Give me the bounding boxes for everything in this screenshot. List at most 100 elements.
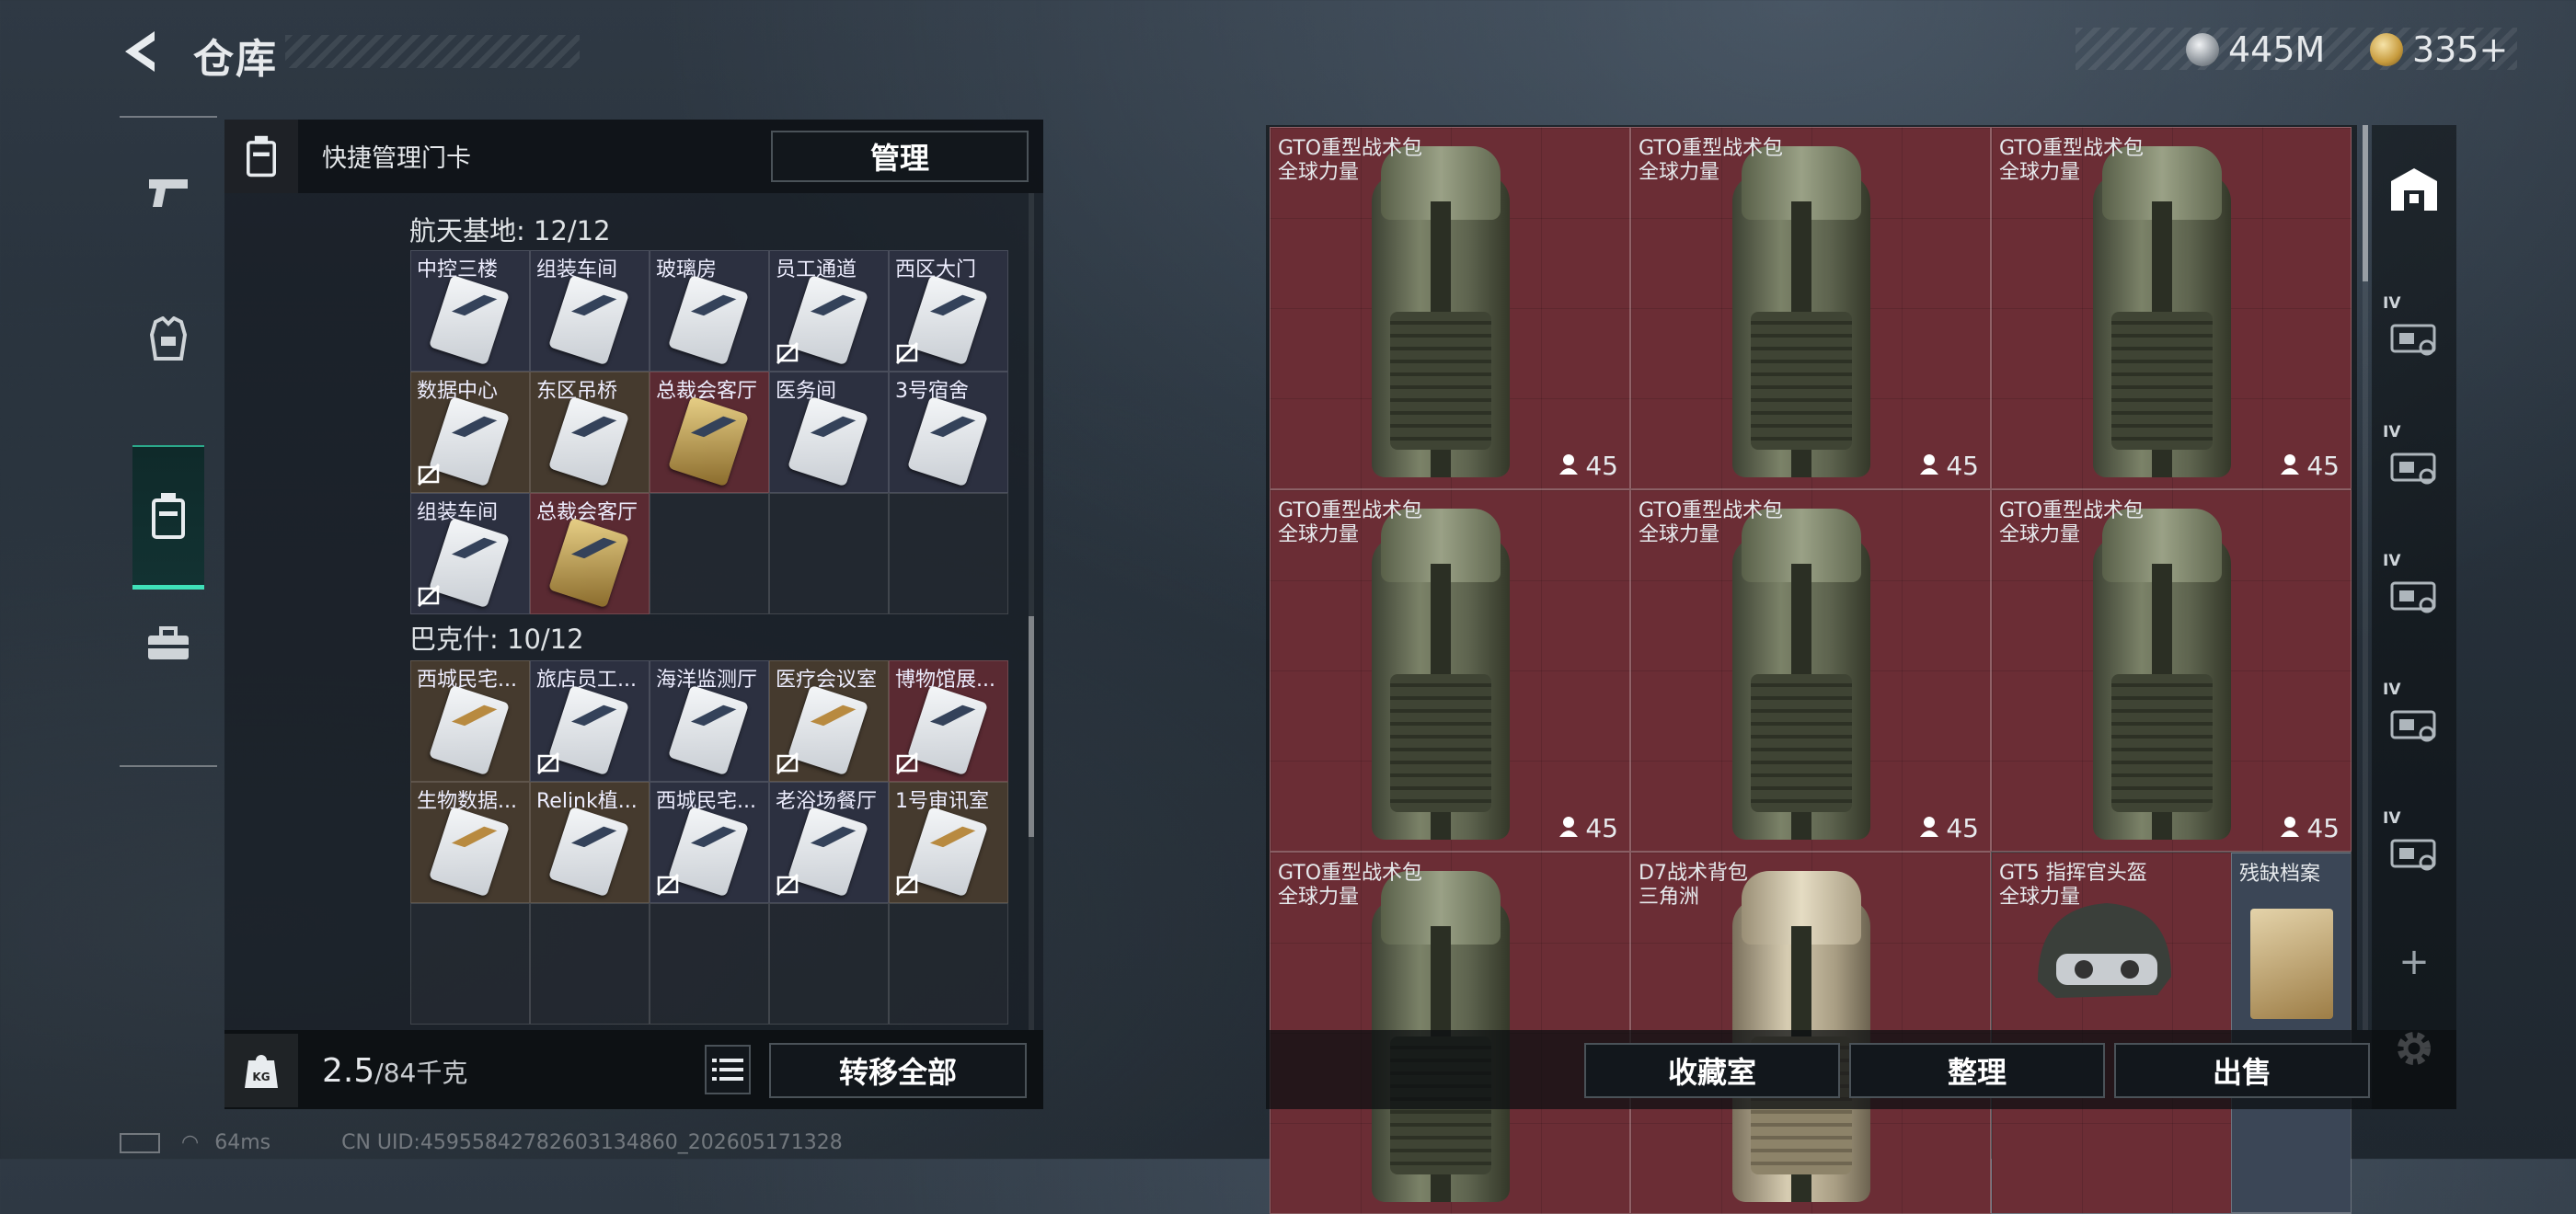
keycard-slot[interactable]: 西城民宅...	[410, 660, 530, 782]
currency-gold-value: 335+	[2412, 29, 2509, 70]
not-linked-icon	[536, 751, 560, 775]
empty-keycard-slot[interactable]	[650, 493, 769, 614]
keycard-image	[667, 274, 750, 366]
storage-tab-iv[interactable]: IV	[2381, 677, 2447, 769]
currency-gold[interactable]: 335+	[2370, 29, 2508, 70]
keycard-slot[interactable]: 海洋监测厅	[650, 660, 769, 782]
empty-keycard-slot[interactable]	[410, 903, 530, 1025]
keycard-slot[interactable]: 中控三楼	[410, 250, 530, 372]
empty-keycard-slot[interactable]	[769, 493, 889, 614]
keycard-name: 老浴场餐厅	[776, 790, 878, 813]
storage-case-icon	[2390, 710, 2436, 742]
storage-tab-iv[interactable]: IV	[2381, 419, 2447, 511]
item-faction: 全球力量	[1639, 161, 1720, 184]
backpack-image	[1732, 509, 1870, 840]
item-faction: 全球力量	[1278, 886, 1360, 909]
not-linked-icon	[776, 873, 799, 897]
storage-tab-main[interactable]	[2381, 143, 2447, 235]
item-faction: 三角洲	[1639, 886, 1700, 909]
toolbox-icon	[148, 626, 189, 659]
keycard-slot[interactable]: 医务间	[769, 372, 889, 493]
section-title-aerospace-base: 航天基地: 12/12	[409, 215, 611, 246]
keycard-name: 总裁会客厅	[536, 501, 638, 524]
item-capacity-value: 45	[1946, 813, 1979, 843]
keycard-slot[interactable]: 东区吊桥	[530, 372, 650, 493]
keycard-slot[interactable]: 1号审讯室	[889, 782, 1008, 903]
storage-item-slot[interactable]: GTO重型战术包 全球力量 45	[1270, 489, 1630, 852]
storage-item-slot[interactable]: GTO重型战术包 全球力量 45	[1991, 127, 2352, 489]
storage-item-slot[interactable]: GTO重型战术包 全球力量 45	[1270, 127, 1630, 489]
item-faction: 全球力量	[1999, 523, 2081, 546]
storage-item-slot[interactable]: GTO重型战术包 全球力量 45	[1991, 489, 2352, 852]
empty-keycard-slot[interactable]	[650, 903, 769, 1025]
keycard-slot[interactable]: 西区大门	[889, 250, 1008, 372]
not-linked-icon	[417, 584, 441, 608]
item-capacity-value: 45	[1585, 451, 1618, 481]
storage-tab-iv[interactable]: IV	[2381, 806, 2447, 898]
keycard-slot[interactable]: 组装车间	[530, 250, 650, 372]
keycard-slot[interactable]: 医疗会议室	[769, 660, 889, 782]
capacity-icon	[2279, 813, 2301, 843]
list-icon	[712, 1059, 743, 1081]
keycard-slot[interactable]: 总裁会客厅	[530, 493, 650, 614]
item-faction: 全球力量	[1278, 523, 1360, 546]
add-storage-tab-icon[interactable]: +	[2381, 916, 2447, 1008]
collection-room-button[interactable]: 收藏室	[1584, 1043, 1840, 1098]
back-arrow-icon[interactable]	[118, 28, 164, 75]
ping-readout: 64ms	[214, 1131, 271, 1154]
empty-keycard-slot[interactable]	[889, 903, 1008, 1025]
empty-keycard-slot[interactable]	[889, 493, 1008, 614]
keycard-slot[interactable]: 西城民宅...	[650, 782, 769, 903]
tier-label: IV	[2383, 552, 2401, 570]
nav-tools[interactable]	[132, 592, 204, 693]
keycard-image	[547, 684, 630, 776]
keycard-slot[interactable]: 博物馆展...	[889, 660, 1008, 782]
storage-item-slot[interactable]: GTO重型战术包 全球力量 45	[1630, 489, 1991, 852]
keycard-name: 西城民宅...	[417, 669, 517, 692]
keycard-scrollbar-thumb[interactable]	[1029, 616, 1034, 837]
nav-armor[interactable]	[132, 289, 204, 390]
keycard-slot[interactable]: 组装车间	[410, 493, 530, 614]
storage-case-icon	[2390, 324, 2436, 356]
transfer-all-button[interactable]: 转移全部	[769, 1043, 1027, 1098]
keycard-slot[interactable]: Relink植...	[530, 782, 650, 903]
storage-item-slot[interactable]: GTO重型战术包 全球力量 45	[1630, 127, 1991, 489]
keycard-image	[906, 395, 989, 487]
keycard-slot[interactable]: 数据中心	[410, 372, 530, 493]
keycard-slot[interactable]: 员工通道	[769, 250, 889, 372]
keycard-scrollbar-track[interactable]	[1029, 193, 1034, 1030]
currency-silver[interactable]: 445M	[2186, 29, 2325, 70]
storage-tab-iv[interactable]: IV	[2381, 291, 2447, 383]
keycard-slot[interactable]: 旅店员工...	[530, 660, 650, 782]
gold-triangle-coin-icon	[2370, 33, 2403, 66]
keycard-name: 西城民宅...	[656, 790, 756, 813]
safehouse-icon	[2391, 168, 2437, 211]
quick-manage-label: 快捷管理门卡	[322, 144, 471, 173]
not-linked-icon	[895, 341, 919, 365]
capacity-icon	[1558, 451, 1580, 481]
storage-scrollbar-thumb[interactable]	[2363, 125, 2368, 281]
keycard-name: 医务间	[776, 380, 837, 403]
manage-button[interactable]: 管理	[771, 131, 1029, 182]
nav-weapons[interactable]	[132, 142, 204, 243]
pistol-icon	[149, 179, 188, 207]
sell-button[interactable]: 出售	[2114, 1043, 2370, 1098]
item-capacity-value: 45	[2306, 451, 2340, 481]
empty-keycard-slot[interactable]	[530, 903, 650, 1025]
keycard-image	[428, 806, 511, 898]
keycard-image	[787, 684, 869, 776]
keycard-grid-bakesh: 西城民宅... 旅店员工... 海洋监测厅 医疗会议室 博物馆展... 生物数据... Re…	[410, 660, 1008, 1025]
organize-button[interactable]: 整理	[1849, 1043, 2105, 1098]
nav-keycards[interactable]	[132, 445, 204, 590]
empty-keycard-slot[interactable]	[769, 903, 889, 1025]
list-view-button[interactable]	[705, 1045, 751, 1094]
keycard-slot[interactable]: 老浴场餐厅	[769, 782, 889, 903]
keycard-slot[interactable]: 生物数据...	[410, 782, 530, 903]
svg-text:KG: KG	[252, 1071, 270, 1083]
keycard-image	[787, 806, 869, 898]
keycard-slot[interactable]: 3号宿舍	[889, 372, 1008, 493]
storage-tab-iv[interactable]: IV	[2381, 548, 2447, 640]
keycard-slot[interactable]: 玻璃房	[650, 250, 769, 372]
keycard-slot[interactable]: 总裁会客厅	[650, 372, 769, 493]
keycard-image	[547, 806, 630, 898]
